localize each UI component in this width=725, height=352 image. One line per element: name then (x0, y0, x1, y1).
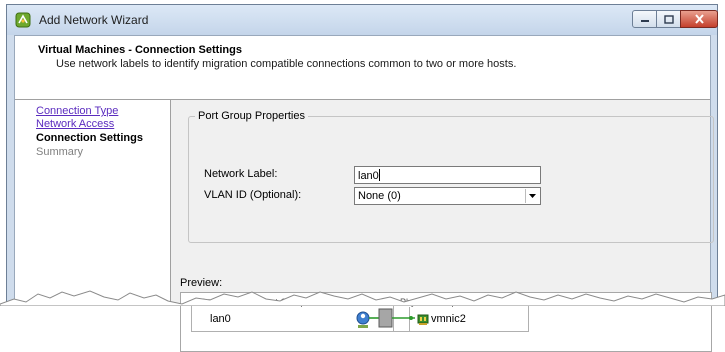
dropdown-arrow-button[interactable] (525, 189, 539, 203)
page-title: Virtual Machines - Connection Settings (38, 44, 242, 56)
maximize-button[interactable] (656, 10, 681, 28)
step-network-access[interactable]: Network Access (36, 118, 114, 130)
close-icon (694, 14, 704, 24)
wizard-steps-nav: Connection Type Network Access Connectio… (15, 100, 171, 306)
wizard-body: Connection Type Network Access Connectio… (15, 100, 714, 352)
vlan-id-label: VLAN ID (Optional): (204, 189, 302, 201)
network-label-value: lan0 (358, 170, 379, 182)
adapter-name: vmnic2 (431, 313, 466, 325)
network-label-input[interactable]: lan0 (354, 166, 541, 184)
wizard-client-area: Virtual Machines - Connection Settings U… (14, 35, 714, 352)
step-summary: Summary (36, 146, 84, 158)
network-wizard-app-icon (15, 12, 31, 28)
step-connection-type[interactable]: Connection Type (36, 105, 118, 117)
wizard-header: Virtual Machines - Connection Settings U… (15, 36, 710, 100)
chevron-down-icon (529, 194, 536, 198)
minimize-icon (640, 20, 649, 22)
torn-edge-decoration (0, 290, 725, 306)
port-group-name: lan0 (210, 313, 231, 325)
page-subtitle: Use network labels to identify migration… (56, 58, 517, 70)
close-button[interactable] (680, 10, 718, 28)
window-title: Add Network Wizard (39, 13, 149, 27)
wizard-window: Add Network Wizard Virtual Machines - Co… (6, 4, 718, 352)
network-label-label: Network Label: (204, 168, 278, 180)
text-caret (378, 169, 380, 181)
vlan-id-dropdown[interactable]: None (0) (354, 187, 541, 205)
port-group-properties-legend: Port Group Properties (195, 110, 308, 122)
minimize-button[interactable] (632, 10, 657, 28)
nic-adapter-icon (417, 314, 429, 325)
step-connection-settings: Connection Settings (36, 132, 143, 144)
maximize-icon (663, 14, 674, 24)
vlan-id-value: None (0) (358, 190, 401, 202)
title-bar[interactable]: Add Network Wizard (7, 5, 718, 35)
